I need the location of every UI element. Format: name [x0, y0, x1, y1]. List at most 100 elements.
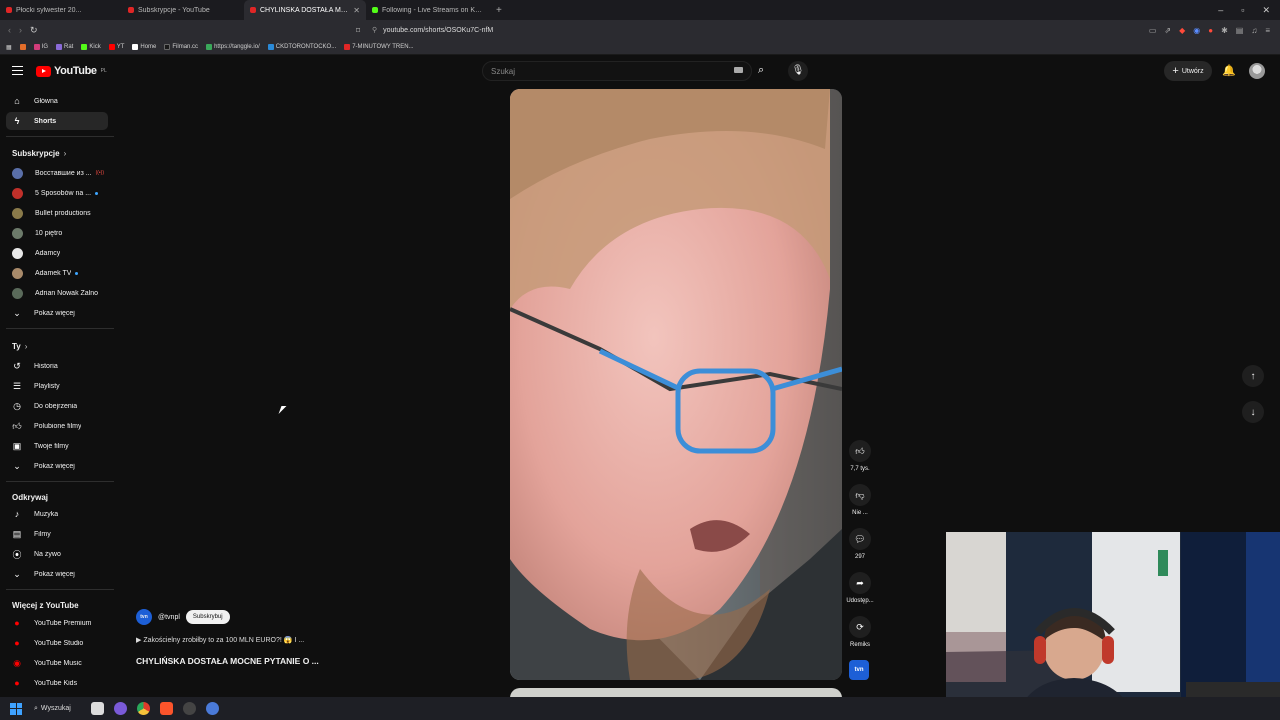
shorts-video-player[interactable]: [510, 89, 842, 680]
search-input[interactable]: Szukaj: [482, 61, 752, 81]
close-tab-icon[interactable]: ✕: [353, 6, 360, 15]
forward-icon[interactable]: ›: [19, 25, 22, 36]
playlist-icon: ☰: [12, 380, 22, 391]
sidebar-item-watch-later[interactable]: ◷ Do obejrzenia: [6, 397, 108, 415]
channel-sound-thumbnail[interactable]: tvn: [849, 660, 869, 680]
dislike-action[interactable]: 👎︎ Nie ...: [843, 484, 877, 516]
back-icon[interactable]: ‹: [8, 25, 11, 36]
bookmark-icon[interactable]: ⌑: [356, 26, 366, 35]
bookmark-item[interactable]: Kick: [81, 44, 101, 50]
remix-icon[interactable]: ⟳: [849, 616, 871, 638]
sidebar-item-playlists[interactable]: ☰ Playlisty: [6, 377, 108, 395]
share-icon[interactable]: ⇗: [1164, 26, 1171, 35]
show-more-button[interactable]: ⌄ Pokaż więcej: [6, 304, 108, 322]
bookmark-item[interactable]: Rat: [56, 44, 73, 50]
sidebar-item-films[interactable]: ▤ Filmy: [6, 525, 108, 543]
cast-icon[interactable]: ▭: [1149, 26, 1157, 35]
show-more-button[interactable]: ⌄ Pokaż więcej: [6, 457, 108, 475]
bookmark-item[interactable]: CKDTORONTOCKO...: [267, 44, 336, 50]
sidebar-subscription-item[interactable]: 10 piętro: [6, 224, 108, 242]
settings-gear-icon[interactable]: [205, 702, 219, 715]
browser-tab[interactable]: Płocki sylwester 20...: [0, 0, 122, 20]
bookmark-item[interactable]: https://tanggle.io/: [206, 44, 260, 50]
sidebar-subscription-item[interactable]: Adamcy: [6, 244, 108, 262]
microphone-icon[interactable]: 🎙: [788, 61, 808, 81]
short-description[interactable]: ▶ Zakościelny zrobiłby to za 100 MLN EUR…: [136, 636, 304, 644]
bookmark-item[interactable]: 7-MINUTOWY TREN...: [344, 44, 414, 50]
brave-shield-icon[interactable]: ◆: [1179, 26, 1185, 35]
youtube-logo[interactable]: YouTube PL: [36, 65, 107, 77]
browser-tab[interactable]: Subskrypcje - YouTube: [122, 0, 244, 20]
sidebar-item-youtube-studio[interactable]: ● YouTube Studio: [6, 634, 108, 652]
sidebar-item-youtube-kids[interactable]: ● YouTube Kids: [6, 674, 108, 692]
shorts-icon: ϟ: [14, 116, 20, 126]
browser-tab-active[interactable]: CHYLIŃSKA DOSTAŁA MOCNE...✕: [244, 0, 366, 20]
bookmark-item[interactable]: IG: [33, 44, 48, 50]
extensions-icon[interactable]: ✱: [1221, 26, 1228, 35]
sidebar-item-live[interactable]: ⦿ Na żywo: [6, 545, 108, 563]
share-arrow-icon[interactable]: ➦: [849, 572, 871, 594]
maximize-icon[interactable]: ▫: [1241, 5, 1244, 16]
sidebar-subscription-item[interactable]: Восставшие из ... ((•)): [6, 164, 108, 182]
sidebar-item-history[interactable]: ↺ Historia: [6, 357, 108, 375]
next-short-arrow-down-icon[interactable]: ↓: [1242, 401, 1264, 423]
thumbs-down-icon[interactable]: 👎︎: [849, 484, 871, 506]
channel-handle[interactable]: @tvnpl: [158, 614, 180, 621]
short-title[interactable]: CHYLIŃSKA DOSTAŁA MOCNE PYTANIE O ...: [136, 656, 319, 666]
taskbar-search[interactable]: ⌕ Wyszukaj: [34, 705, 71, 713]
audio-icon[interactable]: ◉: [1193, 26, 1200, 35]
keyboard-icon[interactable]: [734, 67, 743, 73]
close-window-icon[interactable]: ✕: [1262, 5, 1270, 16]
discord-icon[interactable]: [113, 702, 127, 715]
sidebar-item-youtube-music[interactable]: ◉ YouTube Music: [6, 654, 108, 672]
subscriptions-heading[interactable]: Subskrypcje ›: [12, 149, 66, 158]
new-tab-icon[interactable]: +: [488, 5, 510, 16]
sidebar-subscription-item[interactable]: Adrian Nowak Żalno: [6, 284, 108, 302]
bookmark-item[interactable]: YT: [108, 44, 124, 50]
windows-start-icon[interactable]: [10, 702, 22, 715]
comments-action[interactable]: 💬︎ 297: [843, 528, 877, 560]
show-more-button[interactable]: ⌄ Pokaż więcej: [6, 565, 108, 583]
url-field[interactable]: ⚲ youtube.com/shorts/OSOKu7C-nfM: [372, 22, 852, 38]
bookmark-item[interactable]: [19, 44, 26, 50]
sidebar-item-youtube-premium[interactable]: ● YouTube Premium: [6, 614, 108, 632]
sidebar-subscription-item[interactable]: Adamek TV: [6, 264, 108, 282]
sidebar-subscription-item[interactable]: Bullet productions: [6, 204, 108, 222]
sidebar-toggle-icon[interactable]: ▤: [1236, 26, 1244, 35]
sidebar-item-shorts[interactable]: ϟ Shorts: [6, 112, 108, 130]
like-action[interactable]: 👍︎ 7,7 tys.: [843, 440, 877, 472]
minimize-icon[interactable]: –: [1218, 5, 1223, 16]
previous-short-arrow-up-icon[interactable]: ↑: [1242, 365, 1264, 387]
search-icon[interactable]: ⌕: [758, 64, 764, 77]
share-action[interactable]: ➦ Udostęp...: [843, 572, 877, 604]
menu-icon[interactable]: ≡: [1265, 26, 1270, 35]
sidebar-item-home[interactable]: ⌂ Główna: [6, 92, 108, 110]
reload-icon[interactable]: ↻: [30, 25, 38, 36]
bookmark-item[interactable]: Filman.cc: [164, 44, 198, 50]
create-button[interactable]: + Utwórz: [1164, 61, 1212, 81]
menu-hamburger-icon[interactable]: [12, 66, 23, 75]
notifications-bell-icon[interactable]: 🔔: [1222, 64, 1236, 77]
bookmark-item[interactable]: Home: [132, 44, 156, 50]
sidebar-item-liked[interactable]: 👍︎ Polubione filmy: [6, 417, 108, 435]
media-icon[interactable]: ♫: [1251, 26, 1257, 35]
extension-icon[interactable]: ●: [1208, 26, 1213, 35]
brave-browser-icon[interactable]: [159, 702, 173, 715]
sidebar-item-your-videos[interactable]: ▣ Twoje filmy: [6, 437, 108, 455]
task-view-icon[interactable]: [90, 702, 104, 715]
channel-avatar[interactable]: tvn: [136, 609, 152, 625]
comment-icon[interactable]: 💬︎: [849, 528, 871, 550]
sidebar-subscription-item[interactable]: 5 Sposobów na ...: [6, 184, 108, 202]
remix-action[interactable]: ⟳ Remiks: [843, 616, 877, 648]
apps-icon[interactable]: ▦: [6, 44, 12, 51]
site-info-icon[interactable]: ⚲: [372, 26, 377, 34]
obs-icon[interactable]: [182, 702, 196, 715]
youtube-music-icon: ◉: [13, 657, 21, 668]
you-heading[interactable]: Ty ›: [12, 342, 27, 351]
sidebar-item-music[interactable]: ♪ Muzyka: [6, 505, 108, 523]
thumbs-up-icon[interactable]: 👍︎: [849, 440, 871, 462]
chrome-icon[interactable]: [136, 702, 150, 715]
browser-tab[interactable]: Following - Live Streams on Kick: [366, 0, 488, 20]
subscribe-button[interactable]: Subskrybuj: [185, 610, 230, 624]
account-avatar[interactable]: [1249, 63, 1265, 79]
